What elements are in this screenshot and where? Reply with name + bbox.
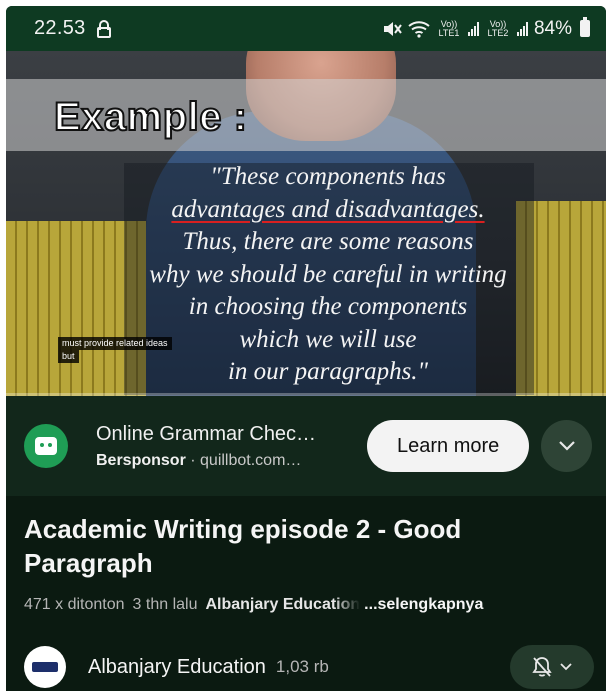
ad-meta: Bersponsor · quillbot.com… [96,451,302,469]
video-title[interactable]: Academic Writing episode 2 - Good Paragr… [24,512,584,580]
status-icons: Vo)) LTE1 Vo)) LTE2 84% [382,17,590,40]
quillbot-logo [24,424,68,468]
video-stats[interactable]: 471 x ditonton 3 thn lalu Albanjary Educ… [24,596,594,614]
battery-percent: 84% [533,17,572,39]
video-subtitle: must provide related ideas but [58,337,172,363]
sponsored-ad[interactable]: Online Grammar Chec… Bersponsor · quillb… [6,396,606,496]
ad-expand-button[interactable] [541,420,592,472]
battery-icon [580,17,590,37]
upload-age: 3 thn lalu [132,596,198,613]
phone-screen: 22.53 Vo)) LTE1 Vo)) LTE2 84% Example : [6,6,606,691]
signal-bars-2-icon [516,21,528,36]
wifi-icon [408,20,430,38]
chevron-down-icon [560,663,572,671]
channel-name[interactable]: Albanjary Education [88,656,266,679]
mute-icon [383,21,402,36]
show-more-link[interactable]: ...selengkapnya [364,596,483,614]
learn-more-button[interactable]: Learn more [367,420,530,472]
notification-button[interactable] [510,645,594,689]
video-heading: Example : [53,94,248,140]
status-bar: 22.53 Vo)) LTE1 Vo)) LTE2 84% [6,6,606,51]
sim1-label: Vo)) LTE1 [438,18,460,38]
ad-title: Online Grammar Chec… [96,422,317,445]
sim2-label: Vo)) LTE2 [487,18,509,38]
lock-icon [96,19,112,38]
signal-bars-icon [467,21,479,36]
video-quote: "These components has advantages and dis… [149,163,507,385]
subscriber-count: 1,03 rb [275,657,329,676]
channel-row: Albanjary Education 1,03 rb [24,644,594,690]
bell-off-icon [532,657,552,677]
channel-avatar[interactable] [24,646,66,688]
video-info: Academic Writing episode 2 - Good Paragr… [6,496,606,691]
status-time: 22.53 [34,17,86,39]
chevron-down-icon [558,441,575,451]
video-player[interactable]: Example : "These components has advantag… [6,51,606,396]
view-count: 471 x ditonton [24,596,125,613]
